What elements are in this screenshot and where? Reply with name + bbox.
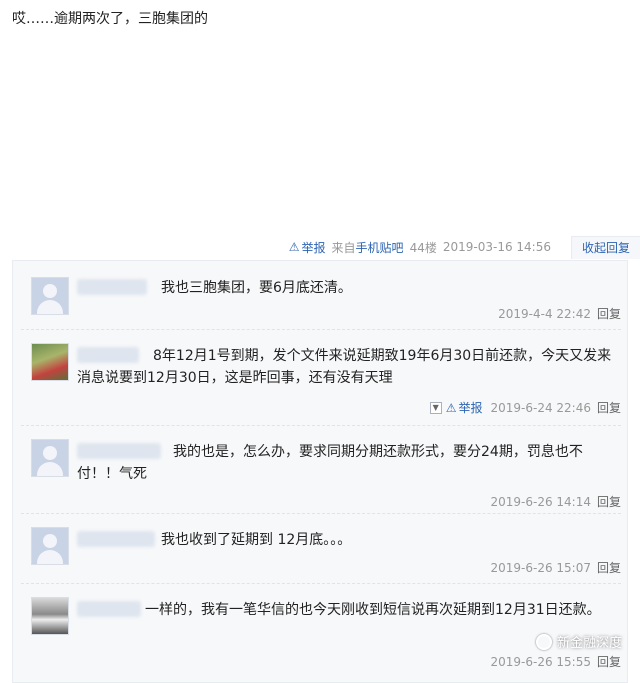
source-prefix: 来自 — [331, 240, 356, 255]
reply-button[interactable]: 回复 — [597, 399, 621, 416]
reply-item: 我的也是，怎么办，要求同期分期还款形式，要分24期，罚息也不付！！气死 2019… — [21, 439, 621, 514]
warning-icon: ⚠ — [445, 400, 457, 415]
post-text: 哎……逾期两次了，三胞集团的 — [12, 11, 208, 27]
reply-time: 2019-4-4 22:42 — [498, 306, 591, 321]
reply-time: 2019-6-26 15:55 — [490, 654, 591, 669]
post-source: 来自手机贴吧 — [332, 239, 404, 256]
user-avatar-photo[interactable] — [31, 597, 69, 635]
reply-button[interactable]: 回复 — [597, 653, 621, 670]
reply-list: 我也三胞集团，要6月底还清。 2019-4-4 22:42 回复 8年12月1号… — [12, 260, 628, 683]
report-label: 举报 — [301, 240, 326, 255]
reply-meta: 2019-6-26 14:14 回复 — [490, 493, 621, 510]
reply-time: 2019-6-26 14:14 — [490, 494, 591, 509]
default-avatar-icon[interactable] — [31, 527, 69, 565]
source-link[interactable]: 手机贴吧 — [356, 241, 404, 255]
reply-content: 我也三胞集团，要6月底还清。 — [161, 280, 352, 296]
dropdown-icon[interactable]: ▼ — [429, 401, 442, 414]
default-avatar-icon[interactable] — [31, 439, 69, 477]
reply-content: 一样的，我有一笔华信的也今天刚收到短信说再次延期到12月31日还款。 — [145, 602, 601, 618]
floor-number: 44楼 — [409, 240, 437, 255]
reply-button[interactable]: 回复 — [597, 559, 621, 576]
report-link[interactable]: ⚠ 举报 — [289, 239, 326, 256]
warning-icon: ⚠ — [288, 240, 300, 254]
reply-item: 我也收到了延期到 12月底。。。 2019-6-26 15:07 回复 — [21, 527, 621, 584]
reply-time: 2019-6-24 22:46 — [490, 400, 591, 415]
reply-content: 我的也是，怎么办，要求同期分期还款形式，要分24期，罚息也不付！！气死 — [77, 444, 583, 482]
wechat-logo-icon — [535, 633, 552, 650]
user-avatar-photo[interactable] — [31, 343, 69, 381]
reply-meta: 2019-4-4 22:42 回复 — [498, 305, 621, 322]
reply-meta: 2019-6-26 15:55 回复 — [490, 653, 621, 670]
watermark: 新金融深度 — [535, 632, 622, 651]
report-link[interactable]: ⚠ 举报 — [446, 399, 483, 416]
reply-item: 一样的，我有一笔华信的也今天刚收到短信说再次延期到12月31日还款。 2019-… — [21, 597, 621, 677]
reply-item: 我也三胞集团，要6月底还清。 2019-4-4 22:42 回复 — [21, 277, 621, 330]
post-meta: ⚠ 举报 来自手机贴吧 44楼 2019-03-16 14:56 收起回复 — [289, 235, 640, 259]
post-time: 2019-03-16 14:56 — [442, 240, 551, 254]
reply-button[interactable]: 回复 — [597, 305, 621, 322]
collapse-replies-button[interactable]: 收起回复 — [570, 235, 640, 259]
report-label: 举报 — [458, 401, 483, 415]
reply-time: 2019-6-26 15:07 — [490, 560, 591, 575]
reply-meta: 2019-6-26 15:07 回复 — [490, 559, 621, 576]
default-avatar-icon[interactable] — [31, 277, 69, 315]
reply-content: 8年12月1号到期，发个文件来说延期致19年6月30日前还款，今天又发来消息说要… — [77, 348, 612, 386]
watermark-text: 新金融深度 — [556, 636, 622, 651]
reply-item: 8年12月1号到期，发个文件来说延期致19年6月30日前还款，今天又发来消息说要… — [21, 343, 621, 426]
reply-content: 我也收到了延期到 12月底。。。 — [161, 532, 352, 548]
reply-button[interactable]: 回复 — [597, 493, 621, 510]
reply-meta: ▼ ⚠ 举报 2019-6-24 22:46 回复 — [429, 399, 621, 416]
